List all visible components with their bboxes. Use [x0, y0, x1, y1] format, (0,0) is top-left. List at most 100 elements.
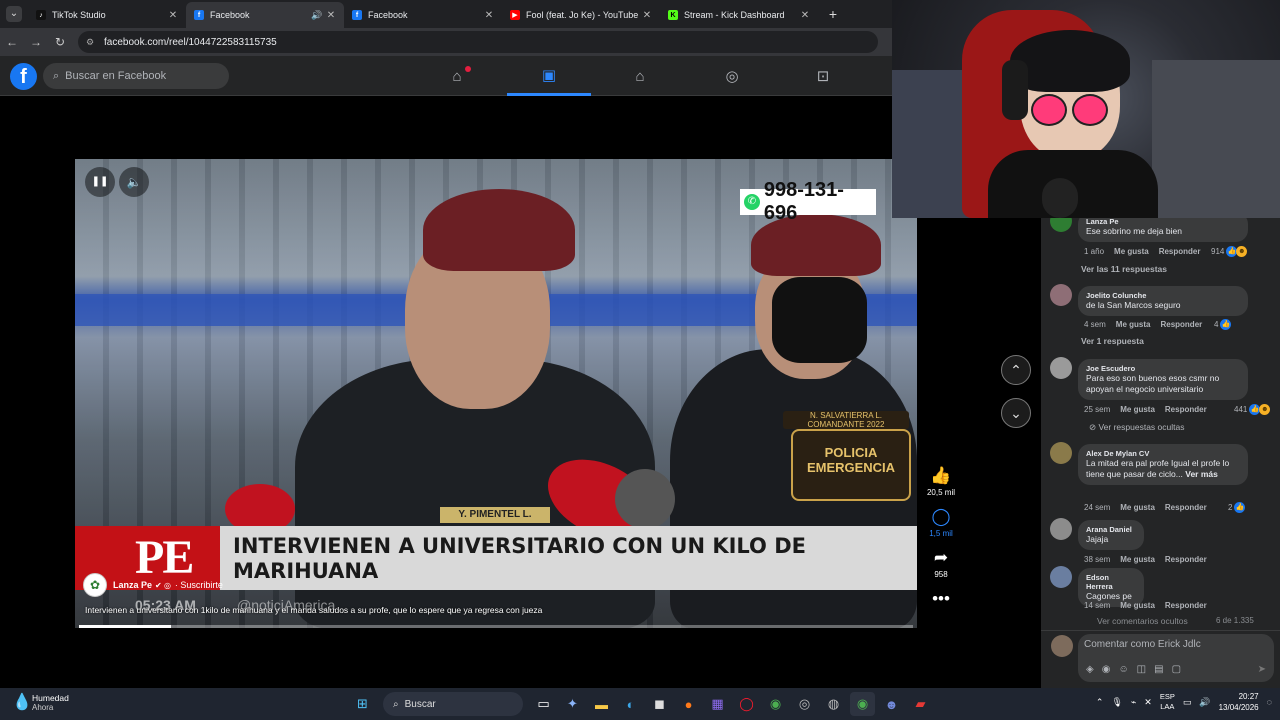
video-progress-fill	[79, 625, 171, 628]
chevron-down-icon: ⌄	[6, 6, 22, 22]
site-info-icon[interactable]: ⚙	[86, 37, 98, 48]
copilot-icon[interactable]: ✦	[560, 692, 585, 716]
app-red-icon[interactable]: ▰	[908, 692, 933, 716]
close-icon[interactable]: ✕	[640, 10, 654, 21]
edge-icon[interactable]: ◐	[618, 692, 643, 716]
comment-author[interactable]: Joe Escudero	[1086, 364, 1240, 373]
store-icon[interactable]: ◼	[647, 692, 672, 716]
app-icon[interactable]: ◎	[792, 692, 817, 716]
comment-author[interactable]: Alex De Mylan CV	[1086, 449, 1240, 458]
avatar[interactable]	[1050, 218, 1072, 232]
weather-widget[interactable]: 💧 Humedad Ahora	[12, 692, 69, 712]
volume-button[interactable]: 🔈	[119, 167, 149, 197]
view-replies-link[interactable]: Ver 1 respuesta	[1081, 336, 1144, 346]
clock[interactable]: 20:27 13/04/2026	[1219, 691, 1259, 713]
pause-button[interactable]: ❚❚	[85, 167, 115, 197]
nav-reels[interactable]: ▣	[507, 56, 591, 96]
tab-youtube[interactable]: ▶ Fool (feat. Jo Ke) - YouTube ✕	[502, 2, 660, 28]
sticker-icon[interactable]: ◈	[1086, 664, 1094, 675]
chrome-icon[interactable]: ◉	[763, 692, 788, 716]
nav-gaming[interactable]: ⊡	[781, 56, 865, 96]
comment-action[interactable]: ◯ 1,5 mil	[920, 507, 962, 538]
sticker-sheet-icon[interactable]: ▢	[1172, 664, 1181, 675]
close-icon[interactable]: ✕	[482, 10, 496, 21]
comment-author[interactable]: Arana Daniel	[1086, 525, 1136, 534]
chevron-up-icon: ⌃	[1010, 362, 1022, 378]
comment-input[interactable]: Comentar como Erick Jdlc ◈ ◉ ☺ ◫ ▤ ▢ ➤	[1078, 634, 1274, 682]
microphone-icon[interactable]: 🎙	[1111, 697, 1122, 708]
tab-tiktok-studio[interactable]: ♪ TikTok Studio ✕	[28, 2, 186, 28]
comment-author[interactable]: Lanza Pe	[1086, 218, 1240, 226]
send-icon[interactable]: ➤	[1258, 664, 1266, 675]
back-icon[interactable]: ←	[0, 35, 24, 49]
network-off-icon[interactable]: ⌁	[1131, 697, 1136, 708]
obs-icon[interactable]: ◍	[821, 692, 846, 716]
close-icon[interactable]: ✕	[324, 10, 338, 21]
more-action[interactable]: •••	[920, 589, 962, 609]
windows-start-icon[interactable]: ⊞	[350, 692, 375, 716]
gif-icon[interactable]: ▤	[1154, 664, 1163, 675]
video-progress-bar[interactable]	[79, 625, 913, 628]
avatar[interactable]	[1050, 284, 1072, 306]
nav-marketplace[interactable]: ⌂	[598, 56, 682, 96]
language-indicator[interactable]: ESP LAA	[1160, 692, 1175, 712]
opera-icon[interactable]: ◯	[734, 692, 759, 716]
task-view-icon[interactable]: ▭	[531, 692, 556, 716]
url-bar[interactable]: ⚙ facebook.com/reel/1044722583115735	[78, 31, 878, 53]
windows-taskbar: 💧 Humedad Ahora ⊞ ⌕ Buscar ▭ ✦ ▬ ◐ ◼ ● ▦ …	[0, 688, 1280, 720]
new-tab-button[interactable]: +	[824, 6, 842, 22]
view-hidden-comments-link[interactable]: Ver comentarios ocultos	[1097, 616, 1188, 626]
facebook-search[interactable]: ⌕ Buscar en Facebook	[43, 63, 229, 89]
comment-reactions[interactable]: 441 👍 ☻	[1234, 404, 1271, 415]
see-more-link[interactable]: Ver más	[1185, 469, 1218, 479]
reload-icon[interactable]: ↻	[48, 35, 72, 49]
reel-video[interactable]: N. SALVATIERRA L. COMANDANTE 2022 POLICIA…	[75, 159, 917, 628]
forward-icon[interactable]: →	[24, 35, 48, 49]
comment-reactions[interactable]: 914 👍 ☻	[1211, 246, 1248, 257]
comment-reactions[interactable]: 4 👍	[1214, 319, 1232, 330]
facebook-icon: f	[352, 10, 362, 20]
tab-facebook-active[interactable]: f Facebook 🔊 ✕	[186, 2, 344, 28]
nav-groups[interactable]: ◎	[690, 56, 774, 96]
like-action[interactable]: 👍 20,5 mil	[920, 466, 962, 497]
comment-author[interactable]: Edson Herrera	[1086, 573, 1136, 591]
camera-icon[interactable]: ◫	[1137, 664, 1146, 675]
view-hidden-replies-link[interactable]: ⊘ Ver respuestas ocultas	[1089, 422, 1184, 433]
display-icon[interactable]: ▭	[1183, 697, 1192, 708]
close-icon[interactable]: ✕	[166, 10, 180, 21]
file-explorer-icon[interactable]: ▬	[589, 692, 614, 716]
taskbar-search[interactable]: ⌕ Buscar	[383, 692, 523, 716]
avatar-sticker-icon[interactable]: ◉	[1102, 664, 1111, 675]
previous-reel-button[interactable]: ⌃	[1001, 355, 1031, 385]
firefox-icon[interactable]: ●	[676, 692, 701, 716]
tab-facebook[interactable]: f Facebook ✕	[344, 2, 502, 28]
close-icon[interactable]: ✕	[798, 10, 812, 21]
mute-icon[interactable]: ✕	[1144, 697, 1152, 708]
comment-author[interactable]: Joelito Colunche	[1086, 291, 1240, 300]
tab-kick-dashboard[interactable]: K Stream - Kick Dashboard ✕	[660, 2, 818, 28]
volume-icon[interactable]: 🔊	[1199, 697, 1210, 708]
haha-reaction-icon: ☻	[1236, 246, 1248, 257]
next-reel-button[interactable]: ⌄	[1001, 398, 1031, 428]
nav-home[interactable]: ⌂	[415, 56, 499, 96]
chevron-up-icon[interactable]: ⌃	[1096, 697, 1104, 708]
grid-app-icon[interactable]: ▦	[705, 692, 730, 716]
page-avatar[interactable]: ✿	[83, 573, 107, 597]
discord-icon[interactable]: ☻	[879, 692, 904, 716]
avatar[interactable]	[1050, 357, 1072, 379]
emoji-icon[interactable]: ☺	[1118, 664, 1128, 675]
share-action[interactable]: ➦ 958	[920, 548, 962, 579]
avatar[interactable]	[1050, 518, 1072, 540]
chrome-active-icon[interactable]: ◉	[850, 692, 875, 716]
subscribe-link[interactable]: · Suscribirte	[175, 580, 223, 590]
view-replies-link[interactable]: Ver las 11 respuestas	[1081, 264, 1167, 274]
police-badge: POLICIA EMERGENCIA	[791, 429, 911, 501]
speaker-icon[interactable]: 🔊	[310, 10, 324, 21]
notifications-icon[interactable]: ◌	[1267, 697, 1272, 707]
avatar[interactable]	[1050, 442, 1072, 464]
facebook-logo[interactable]: f	[10, 63, 37, 90]
comment-reactions[interactable]: 2 👍	[1228, 502, 1246, 513]
tab-search-button[interactable]: ⌄	[0, 0, 28, 28]
page-name[interactable]: Lanza Pe	[113, 580, 152, 590]
avatar[interactable]	[1050, 566, 1072, 588]
